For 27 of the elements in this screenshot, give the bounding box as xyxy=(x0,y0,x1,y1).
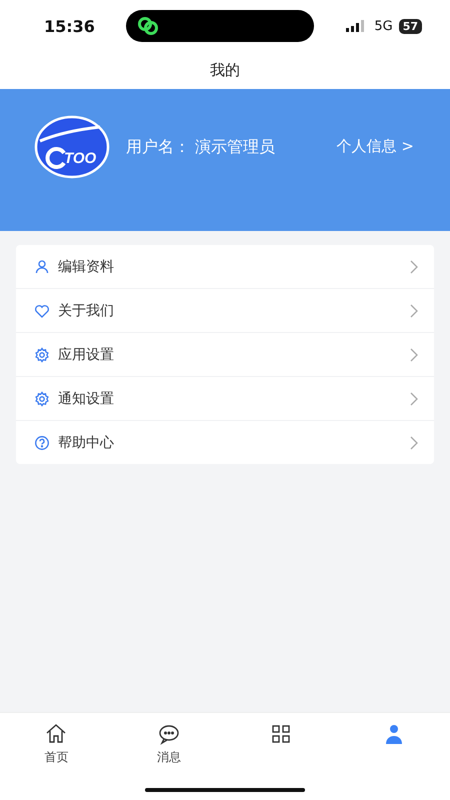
heart-icon xyxy=(34,302,50,318)
chevron-icon xyxy=(410,348,418,362)
battery-level: 57 xyxy=(398,18,422,34)
chevron-icon xyxy=(410,304,418,318)
status-time: 15:36 xyxy=(44,16,96,36)
menu-item[interactable]: 帮助中心 xyxy=(16,420,434,464)
menu-item[interactable]: 应用设置 xyxy=(16,332,434,376)
tab-item[interactable]: 消息 xyxy=(112,723,225,766)
chevron-icon xyxy=(410,392,418,406)
page-title: 我的 xyxy=(210,61,240,80)
gear-icon xyxy=(34,346,50,362)
user-icon xyxy=(34,258,50,274)
chevron-icon xyxy=(410,436,418,450)
menu-item[interactable]: 关于我们 xyxy=(16,288,434,332)
menu-item[interactable]: 编辑资料 xyxy=(16,245,434,288)
menu-item[interactable]: 通知设置 xyxy=(16,376,434,420)
tab-item[interactable]: 首页 xyxy=(0,723,112,766)
chat-icon xyxy=(158,723,180,745)
chevron-icon xyxy=(410,260,418,274)
network-label: 5G xyxy=(374,18,393,34)
grid-icon xyxy=(270,723,292,745)
gear-icon xyxy=(34,390,50,406)
link-icon xyxy=(136,15,160,37)
company-logo: TOO xyxy=(34,115,110,179)
username-text: 用户名： 演示管理员 xyxy=(126,137,276,158)
home-icon xyxy=(45,723,68,745)
help-icon xyxy=(34,434,50,450)
